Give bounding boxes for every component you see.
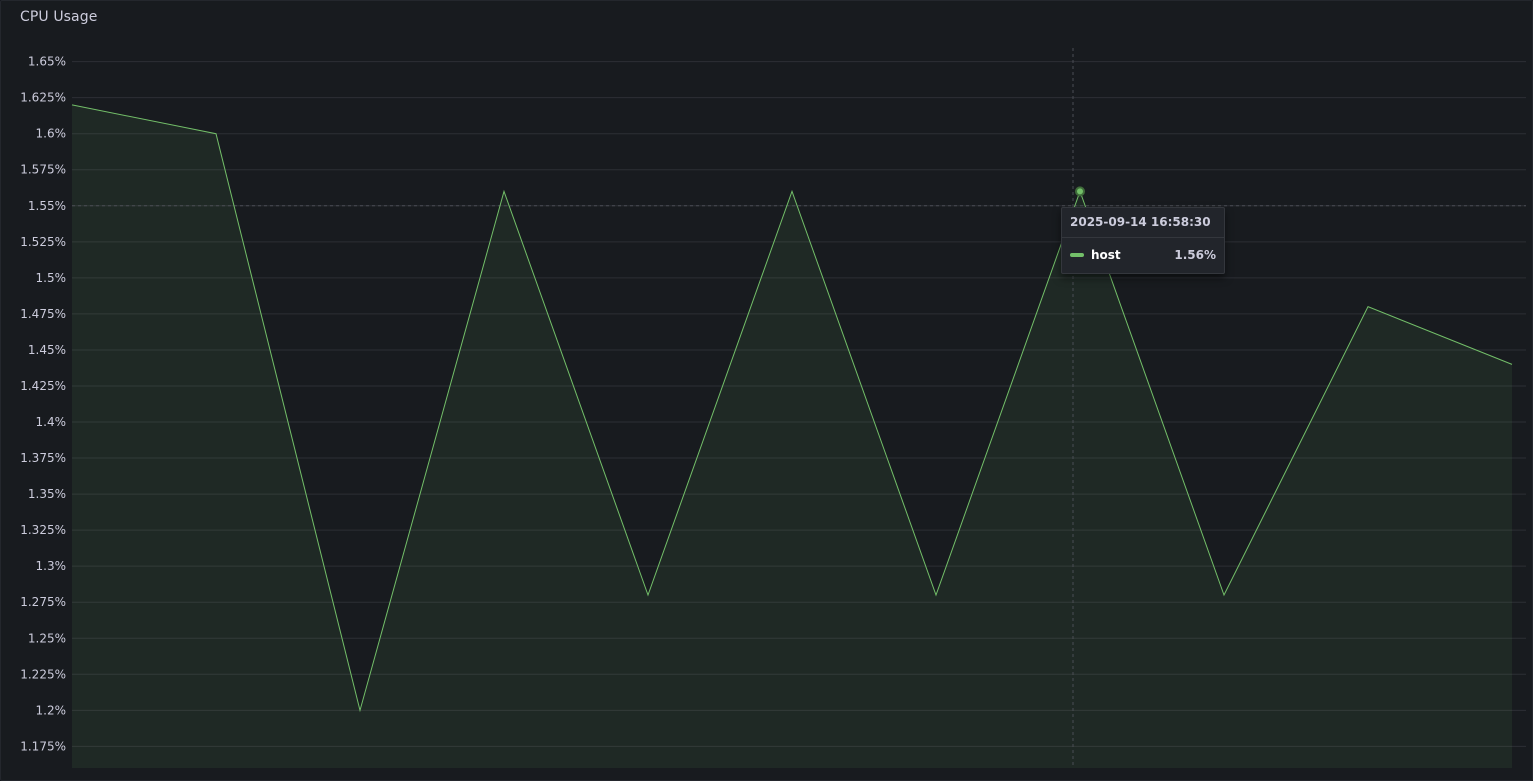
y-tick-label: 1.65% (28, 55, 66, 69)
tooltip-series-name: host (1091, 248, 1121, 262)
tooltip-series-value: 1.56% (1174, 248, 1216, 262)
y-tick-label: 1.45% (28, 343, 66, 357)
y-tick-label: 1.425% (20, 379, 66, 393)
tooltip-series-row: host 1.56% (1062, 238, 1224, 272)
y-tick-label: 1.55% (28, 199, 66, 213)
tooltip-timestamp: 2025-09-14 16:58:30 (1062, 208, 1224, 238)
y-tick-label: 1.225% (20, 667, 66, 681)
y-tick-label: 1.175% (20, 739, 66, 753)
y-tick-label: 1.525% (20, 235, 66, 249)
series-area-host (72, 104, 1512, 769)
series-color-swatch (1070, 253, 1084, 257)
y-tick-label: 1.6% (36, 127, 67, 141)
y-tick-label: 1.5% (36, 271, 67, 285)
y-tick-label: 1.575% (20, 163, 66, 177)
y-tick-label: 1.275% (20, 595, 66, 609)
y-tick-label: 1.3% (36, 559, 67, 573)
y-tick-label: 1.625% (20, 91, 66, 105)
hover-tooltip: 2025-09-14 16:58:30 host 1.56% (1061, 207, 1225, 274)
y-tick-label: 1.35% (28, 487, 66, 501)
y-tick-label: 1.325% (20, 523, 66, 537)
y-tick-label: 1.375% (20, 451, 66, 465)
y-tick-label: 1.25% (28, 631, 66, 645)
y-tick-label: 1.2% (36, 703, 67, 717)
hovered-data-point (1075, 186, 1085, 197)
y-tick-label: 1.475% (20, 307, 66, 321)
cpu-usage-chart[interactable]: 1.175% 1.2% 1.225% 1.25% 1.275% 1.3% 1.325% 1.3… (0, 0, 1533, 781)
y-tick-label: 1.4% (36, 415, 67, 429)
